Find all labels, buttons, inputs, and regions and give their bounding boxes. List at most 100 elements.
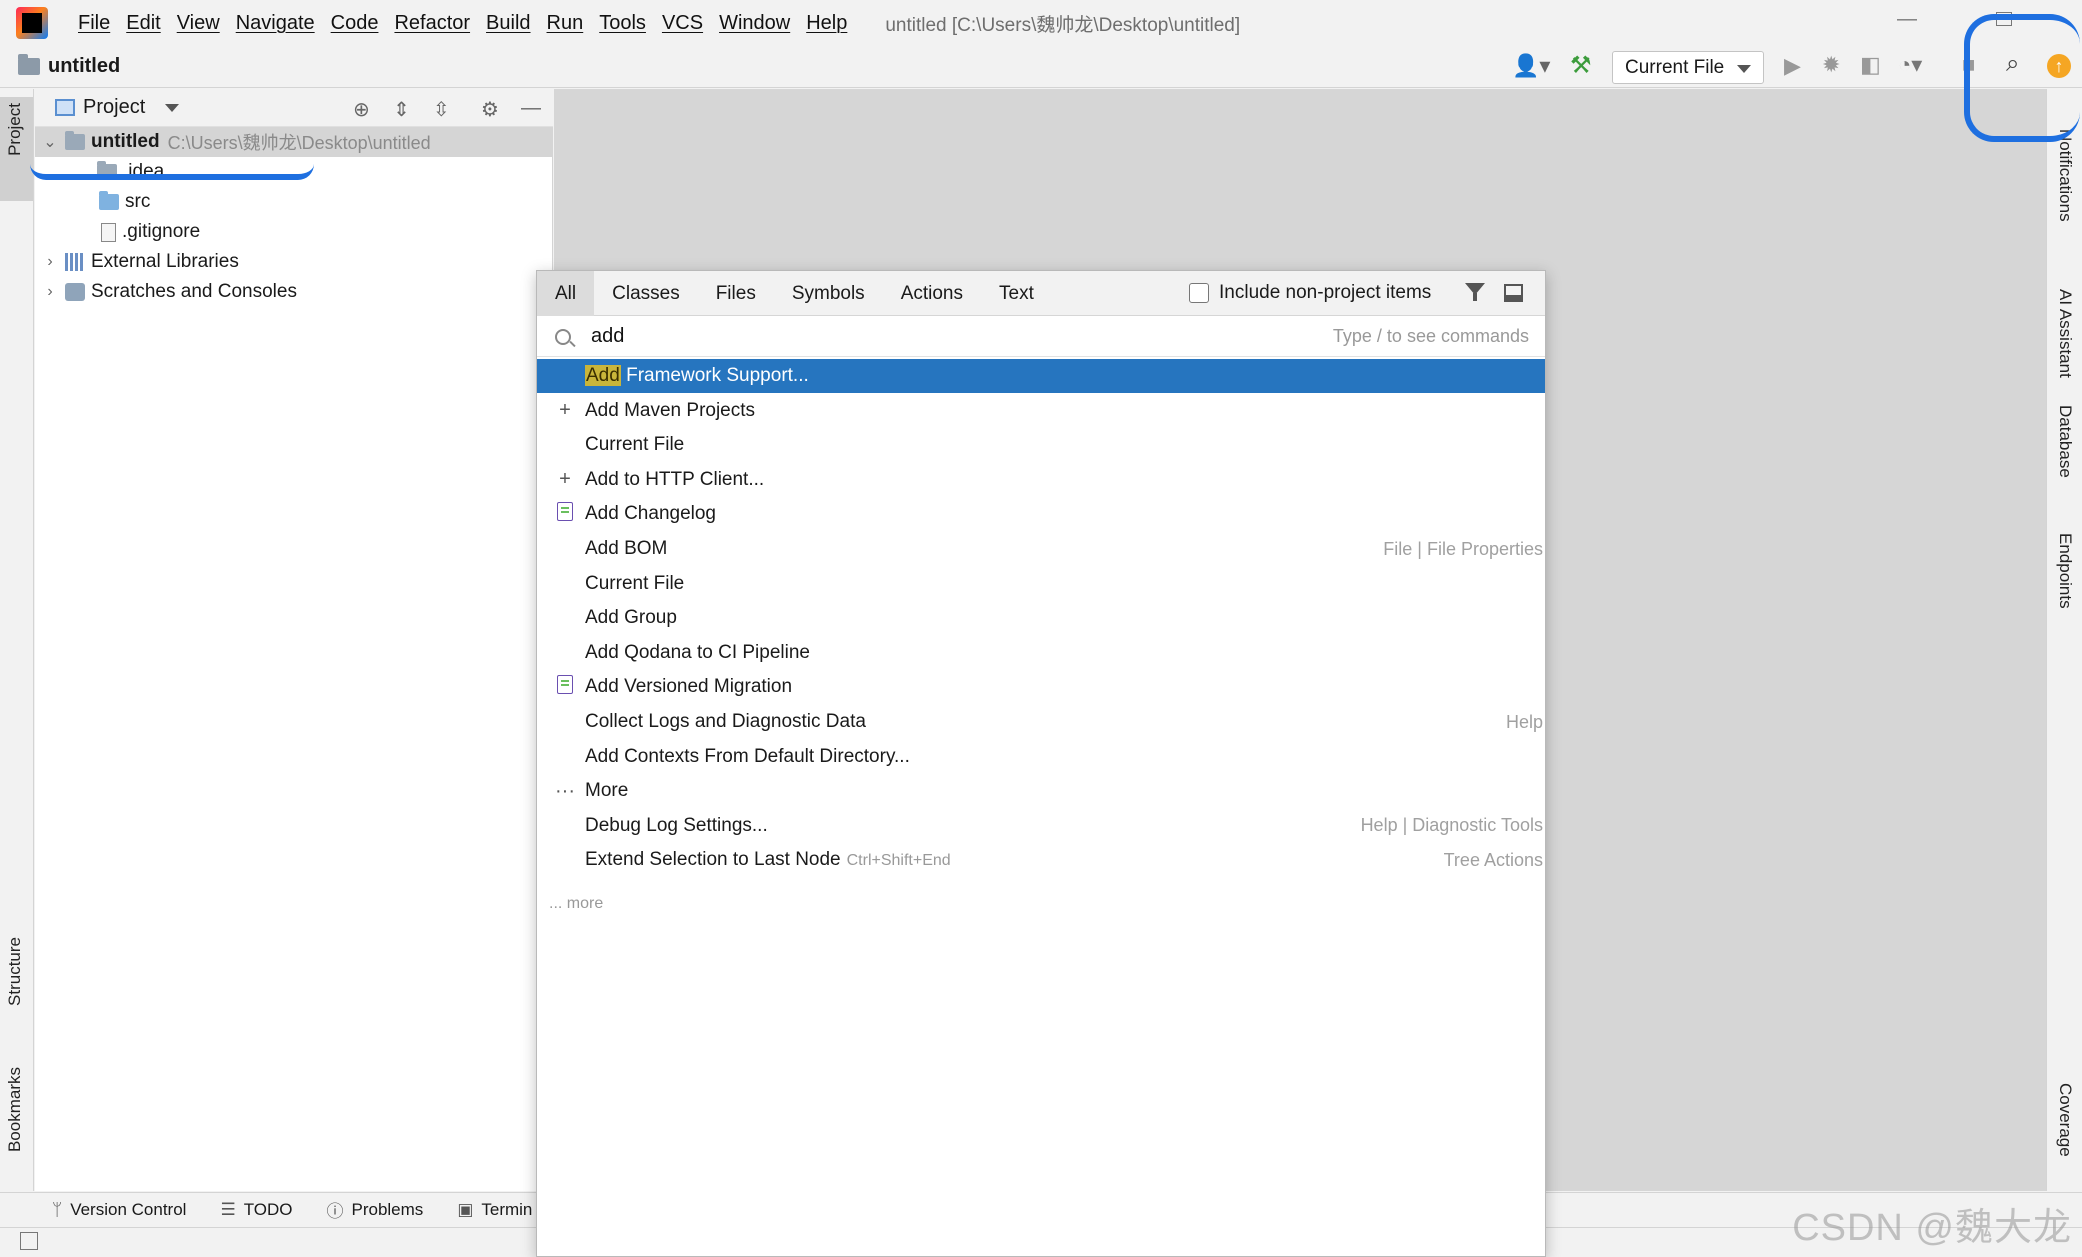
locate-icon[interactable]: ⊕ bbox=[353, 97, 370, 122]
debug-icon[interactable]: ✹ bbox=[1822, 54, 1840, 76]
preview-icon[interactable] bbox=[1504, 284, 1523, 302]
menu-view[interactable]: View bbox=[169, 12, 228, 35]
chevron-down-icon bbox=[1737, 65, 1751, 73]
search-result-text: Add Group bbox=[585, 607, 677, 629]
profiler-icon[interactable]: ◔▾ bbox=[1898, 54, 1922, 76]
chevron-right-icon[interactable]: › bbox=[41, 283, 59, 301]
tree-row-gitignore[interactable]: .gitignore bbox=[101, 217, 200, 247]
tool-tab-todo[interactable]: ☰ TODO bbox=[220, 1200, 292, 1220]
search-result-item[interactable]: Extend Selection to Last Node Ctrl+Shift+… bbox=[537, 843, 1545, 877]
tool-tab-version-control[interactable]: ᛘ Version Control bbox=[52, 1200, 186, 1220]
hide-icon[interactable]: — bbox=[521, 97, 541, 120]
more-results-link[interactable]: ... more bbox=[549, 895, 603, 913]
tab-text[interactable]: Text bbox=[981, 271, 1052, 316]
menu-file[interactable]: File bbox=[70, 12, 118, 35]
run-icon[interactable]: ▶ bbox=[1784, 55, 1801, 77]
search-result-item[interactable]: Add Changelog bbox=[537, 497, 1545, 531]
terminal-icon: ▣ bbox=[457, 1199, 474, 1219]
menu-tools[interactable]: Tools bbox=[591, 12, 654, 35]
search-result-text: Add BOM bbox=[585, 538, 668, 559]
tool-tab-coverage[interactable]: Coverage bbox=[2055, 1083, 2075, 1157]
tree-row-root[interactable]: ⌄ untitled C:\Users\魏帅龙\Desktop\untitled bbox=[35, 127, 553, 157]
search-result-item[interactable]: Collect Logs and Diagnostic Data Help bbox=[537, 705, 1545, 739]
search-result-text: Current File bbox=[585, 572, 685, 594]
tab-symbols[interactable]: Symbols bbox=[774, 271, 883, 316]
changelog-icon bbox=[551, 674, 579, 700]
chevron-down-icon[interactable]: ⌄ bbox=[41, 132, 59, 152]
chevron-down-icon[interactable] bbox=[165, 103, 180, 112]
gitignore-label: .gitignore bbox=[122, 221, 201, 242]
search-result-text: More bbox=[585, 780, 629, 802]
menu-help[interactable]: Help bbox=[798, 12, 855, 35]
search-result-item[interactable]: Add Framework Support... bbox=[537, 359, 1545, 393]
menu-refactor[interactable]: Refactor bbox=[386, 12, 478, 35]
match-highlight: Add bbox=[585, 365, 621, 386]
tool-tab-bookmarks[interactable]: Bookmarks bbox=[5, 1067, 25, 1152]
tree-row-src[interactable]: src bbox=[99, 187, 150, 217]
tab-all[interactable]: All bbox=[537, 270, 595, 316]
version-control-label: Version Control bbox=[70, 1199, 187, 1219]
search-result-item[interactable]: Debug Log Settings... Help | Diagnostic T… bbox=[537, 809, 1545, 843]
toggle-tool-windows-icon[interactable] bbox=[20, 1232, 38, 1250]
search-result-item[interactable]: Current File bbox=[537, 428, 1545, 462]
search-result-item[interactable]: ··· More bbox=[537, 774, 1545, 808]
minimize-button[interactable]: — bbox=[1897, 8, 1917, 31]
tool-tab-project[interactable]: Project bbox=[5, 103, 25, 156]
menu-vcs[interactable]: VCS bbox=[654, 12, 711, 35]
menu-code[interactable]: Code bbox=[323, 12, 387, 35]
right-tool-strip: Notifications AI Assistant Database Endp… bbox=[2046, 89, 2082, 1191]
breadcrumb-project[interactable]: untitled bbox=[48, 55, 120, 78]
search-result-item[interactable]: Add Group bbox=[537, 601, 1545, 635]
search-input[interactable] bbox=[591, 325, 1191, 348]
include-non-project-checkbox[interactable] bbox=[1189, 283, 1209, 303]
tool-tab-notifications[interactable]: Notifications bbox=[2055, 129, 2075, 222]
build-hammer-icon[interactable]: ⚒ bbox=[1570, 54, 1592, 78]
run-configuration-select[interactable]: Current File bbox=[1612, 51, 1764, 84]
menu-run[interactable]: Run bbox=[539, 12, 592, 35]
search-result-item[interactable]: Add Qodana to CI Pipeline bbox=[537, 636, 1545, 670]
coverage-run-icon[interactable]: ◧ bbox=[1860, 54, 1881, 76]
menu-edit[interactable]: Edit bbox=[118, 12, 168, 35]
user-icon[interactable]: 👤▾ bbox=[1512, 55, 1550, 77]
project-panel-title[interactable]: Project bbox=[83, 96, 145, 119]
tool-tab-problems[interactable]: ⓘ Problems bbox=[327, 1197, 424, 1222]
tool-tab-endpoints[interactable]: Endpoints bbox=[2055, 533, 2075, 609]
search-result-text: Add Maven Projects bbox=[585, 399, 756, 421]
search-result-label: Add Contexts From Default Directory... bbox=[585, 746, 910, 768]
watermark: CSDN @魏大龙 bbox=[1792, 1207, 2072, 1249]
search-result-item[interactable]: + Add to HTTP Client... bbox=[537, 463, 1545, 497]
menu-window[interactable]: Window bbox=[711, 12, 798, 35]
search-result-item[interactable]: Current File bbox=[537, 567, 1545, 601]
tab-files[interactable]: Files bbox=[698, 271, 774, 316]
scratches-icon bbox=[65, 283, 85, 301]
tool-tab-terminal[interactable]: ▣ Termin bbox=[457, 1200, 532, 1220]
menu-build[interactable]: Build bbox=[478, 12, 538, 35]
tree-row-scratches[interactable]: › Scratches and Consoles bbox=[35, 277, 297, 307]
root-name: untitled bbox=[91, 131, 160, 152]
scratches-label: Scratches and Consoles bbox=[91, 281, 297, 302]
chevron-right-icon[interactable]: › bbox=[41, 253, 59, 271]
tab-classes[interactable]: Classes bbox=[594, 271, 698, 316]
filter-icon[interactable] bbox=[1465, 283, 1485, 301]
tool-tab-structure[interactable]: Structure bbox=[5, 937, 25, 1006]
gear-icon[interactable]: ⚙ bbox=[481, 97, 499, 122]
search-result-text: Add Versioned Migration bbox=[585, 676, 793, 698]
tab-actions[interactable]: Actions bbox=[883, 271, 981, 316]
project-view-icon bbox=[55, 99, 75, 116]
include-non-project-label[interactable]: Include non-project items bbox=[1219, 282, 1431, 304]
tool-tab-database[interactable]: Database bbox=[2055, 405, 2075, 478]
annotation-underline bbox=[30, 164, 314, 180]
search-result-text: Debug Log Settings... bbox=[585, 814, 768, 836]
search-result-item[interactable]: + Add Maven Projects bbox=[537, 394, 1545, 428]
search-result-item[interactable]: Add Versioned Migration bbox=[537, 670, 1545, 704]
tree-row-external-libraries[interactable]: › External Libraries bbox=[35, 247, 239, 277]
project-folder-icon bbox=[18, 54, 40, 75]
tool-tab-ai-assistant[interactable]: AI Assistant bbox=[2055, 289, 2075, 378]
search-result-label: Add BOM bbox=[585, 538, 667, 560]
search-result-item[interactable]: Add BOM File | File Properties bbox=[537, 532, 1545, 566]
expand-all-icon[interactable]: ⇕ bbox=[393, 97, 410, 122]
search-result-item[interactable]: Add Contexts From Default Directory... bbox=[537, 740, 1545, 774]
menu-bar: File Edit View Navigate Code Refactor Bu… bbox=[0, 0, 2082, 46]
menu-navigate[interactable]: Navigate bbox=[228, 12, 323, 35]
collapse-all-icon[interactable]: ⇳ bbox=[433, 97, 450, 122]
